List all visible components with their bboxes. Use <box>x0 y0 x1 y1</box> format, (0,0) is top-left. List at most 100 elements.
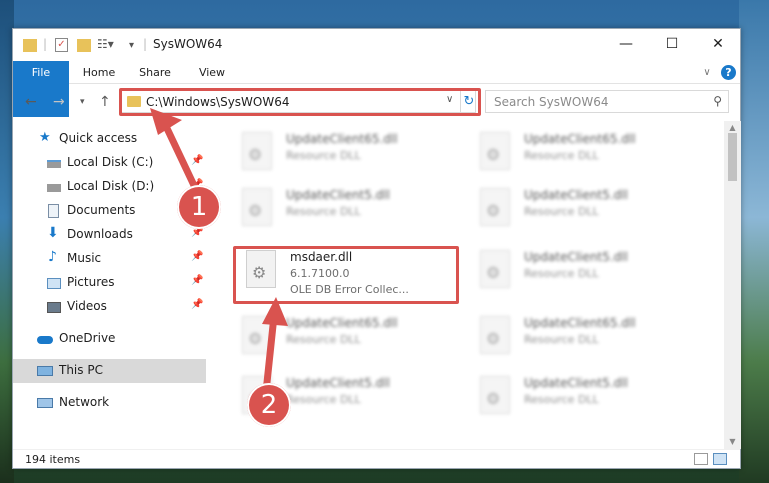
gear-file-icon: ⚙ <box>242 316 272 354</box>
separator: | <box>43 37 48 51</box>
scroll-down-icon[interactable]: ▼ <box>724 437 741 446</box>
file-type: Resource DLL <box>286 149 361 162</box>
navigation-pane: ★ Quick access Local Disk (C:) 📌 Local D… <box>13 121 206 449</box>
file-item[interactable]: ⚙ UpdateClient65.dll Resource DLL <box>238 127 458 183</box>
file-item[interactable]: ⚙ UpdateClient5.dll Resource DLL <box>238 183 458 239</box>
item-count: 194 items <box>25 453 81 466</box>
maximize-button[interactable]: ☐ <box>649 29 695 61</box>
file-name: UpdateClient65.dll <box>524 132 636 146</box>
gear-file-icon: ⚙ <box>242 132 272 170</box>
nav-label: This PC <box>59 363 103 377</box>
gear-file-icon: ⚙ <box>480 376 510 414</box>
nav-item-local-disk-c[interactable]: Local Disk (C:) 📌 <box>13 151 206 175</box>
ribbon: File Home Share View ∨ ? <box>13 61 740 117</box>
forward-icon[interactable]: → <box>53 94 65 110</box>
scrollbar-thumb[interactable] <box>728 133 737 181</box>
new-folder-icon[interactable] <box>77 39 91 52</box>
nav-label: Quick access <box>59 131 138 145</box>
large-icons-view-icon[interactable] <box>713 453 727 465</box>
folder-icon <box>23 39 37 52</box>
desktop-wallpaper-right <box>739 0 769 483</box>
nav-item-pictures[interactable]: Pictures 📌 <box>13 271 206 295</box>
recent-locations-icon[interactable]: ▾ <box>80 97 85 107</box>
drive-icon <box>47 160 61 168</box>
nav-item-local-disk-d[interactable]: Local Disk (D:) 📌 <box>13 175 206 199</box>
search-placeholder: Search SysWOW64 <box>494 95 609 109</box>
file-type: Resource DLL <box>524 149 599 162</box>
vertical-scrollbar[interactable]: ▲ ▼ <box>724 121 741 449</box>
tab-share[interactable]: Share <box>131 61 179 84</box>
back-icon[interactable]: ← <box>25 94 37 110</box>
step-badge-1: 1 <box>177 185 221 229</box>
file-item[interactable]: ⚙ UpdateClient5.dll Resource DLL <box>476 183 696 239</box>
gear-file-icon: ⚙ <box>480 132 510 170</box>
file-type: Resource DLL <box>524 205 599 218</box>
details-view-icon[interactable] <box>694 453 708 465</box>
search-icon: ⚲ <box>713 94 722 108</box>
file-item[interactable]: ⚙ UpdateClient65.dll Resource DLL <box>476 311 696 367</box>
status-bar: 194 items <box>13 449 740 469</box>
file-type: Resource DLL <box>286 205 361 218</box>
expand-ribbon-icon[interactable]: ∨ <box>699 61 715 84</box>
scroll-up-icon[interactable]: ▲ <box>724 123 741 132</box>
title-bar: | ✓ ☷▾ ▾ | SysWOW64 — ☐ ✕ <box>13 29 740 61</box>
download-icon: ⬇ <box>47 225 59 241</box>
network-icon <box>37 398 53 408</box>
drive-icon <box>47 184 61 192</box>
nav-item-videos[interactable]: Videos 📌 <box>13 295 206 319</box>
file-name: UpdateClient5.dll <box>524 250 628 264</box>
gear-file-icon: ⚙ <box>480 250 510 288</box>
star-icon: ★ <box>39 130 51 145</box>
file-type: Resource DLL <box>286 393 361 406</box>
customize-toolbar-icon[interactable]: ▾ <box>129 40 134 56</box>
pin-icon[interactable]: 📌 <box>191 275 203 286</box>
nav-item-music[interactable]: ♪ Music 📌 <box>13 247 206 271</box>
file-name: UpdateClient5.dll <box>286 376 390 390</box>
pin-icon[interactable]: 📌 <box>191 251 203 262</box>
computer-icon <box>37 366 53 376</box>
address-highlight-box <box>119 88 481 116</box>
step-badge-2: 2 <box>247 383 291 427</box>
separator: | <box>143 37 148 51</box>
nav-quick-access[interactable]: ★ Quick access <box>13 127 206 151</box>
pictures-icon <box>47 278 61 289</box>
gear-file-icon: ⚙ <box>242 188 272 226</box>
gear-file-icon: ⚙ <box>480 316 510 354</box>
nav-onedrive[interactable]: OneDrive <box>13 327 206 351</box>
nav-label: OneDrive <box>59 331 116 345</box>
file-name: UpdateClient65.dll <box>524 316 636 330</box>
nav-label: Downloads <box>67 227 133 241</box>
properties-icon[interactable]: ✓ <box>55 38 68 52</box>
file-item[interactable]: ⚙ UpdateClient65.dll Resource DLL <box>238 311 458 367</box>
file-name: UpdateClient5.dll <box>524 376 628 390</box>
file-item[interactable]: ⚙ UpdateClient5.dll Resource DLL <box>476 245 696 301</box>
nav-label: Local Disk (D:) <box>67 179 155 193</box>
nav-item-downloads[interactable]: ⬇ Downloads 📌 <box>13 223 206 247</box>
file-item[interactable]: ⚙ UpdateClient65.dll Resource DLL <box>476 127 696 183</box>
checklist-icon[interactable]: ☷▾ <box>97 37 114 53</box>
nav-network[interactable]: Network <box>13 391 206 415</box>
file-name: UpdateClient5.dll <box>524 188 628 202</box>
file-type: Resource DLL <box>524 267 599 280</box>
search-input[interactable]: Search SysWOW64 ⚲ <box>485 90 729 113</box>
up-icon[interactable]: ↑ <box>99 94 111 110</box>
help-icon[interactable]: ? <box>721 65 736 80</box>
nav-label: Pictures <box>67 275 115 289</box>
music-icon: ♪ <box>48 249 57 265</box>
close-button[interactable]: ✕ <box>695 29 741 61</box>
videos-icon <box>47 302 61 313</box>
window-title: SysWOW64 <box>153 37 223 51</box>
minimize-button[interactable]: — <box>603 29 649 61</box>
file-item[interactable]: ⚙ UpdateClient5.dll Resource DLL <box>476 371 696 427</box>
pin-icon[interactable]: 📌 <box>191 155 203 166</box>
tab-home[interactable]: Home <box>75 61 123 84</box>
file-name: UpdateClient5.dll <box>286 188 390 202</box>
nav-label: Documents <box>67 203 136 217</box>
nav-label: Local Disk (C:) <box>67 155 154 169</box>
pin-icon[interactable]: 📌 <box>191 299 203 310</box>
cloud-icon <box>37 336 53 344</box>
tab-view[interactable]: View <box>189 61 235 84</box>
nav-this-pc[interactable]: This PC <box>13 359 206 383</box>
file-name: UpdateClient65.dll <box>286 132 398 146</box>
file-type: Resource DLL <box>524 333 599 346</box>
